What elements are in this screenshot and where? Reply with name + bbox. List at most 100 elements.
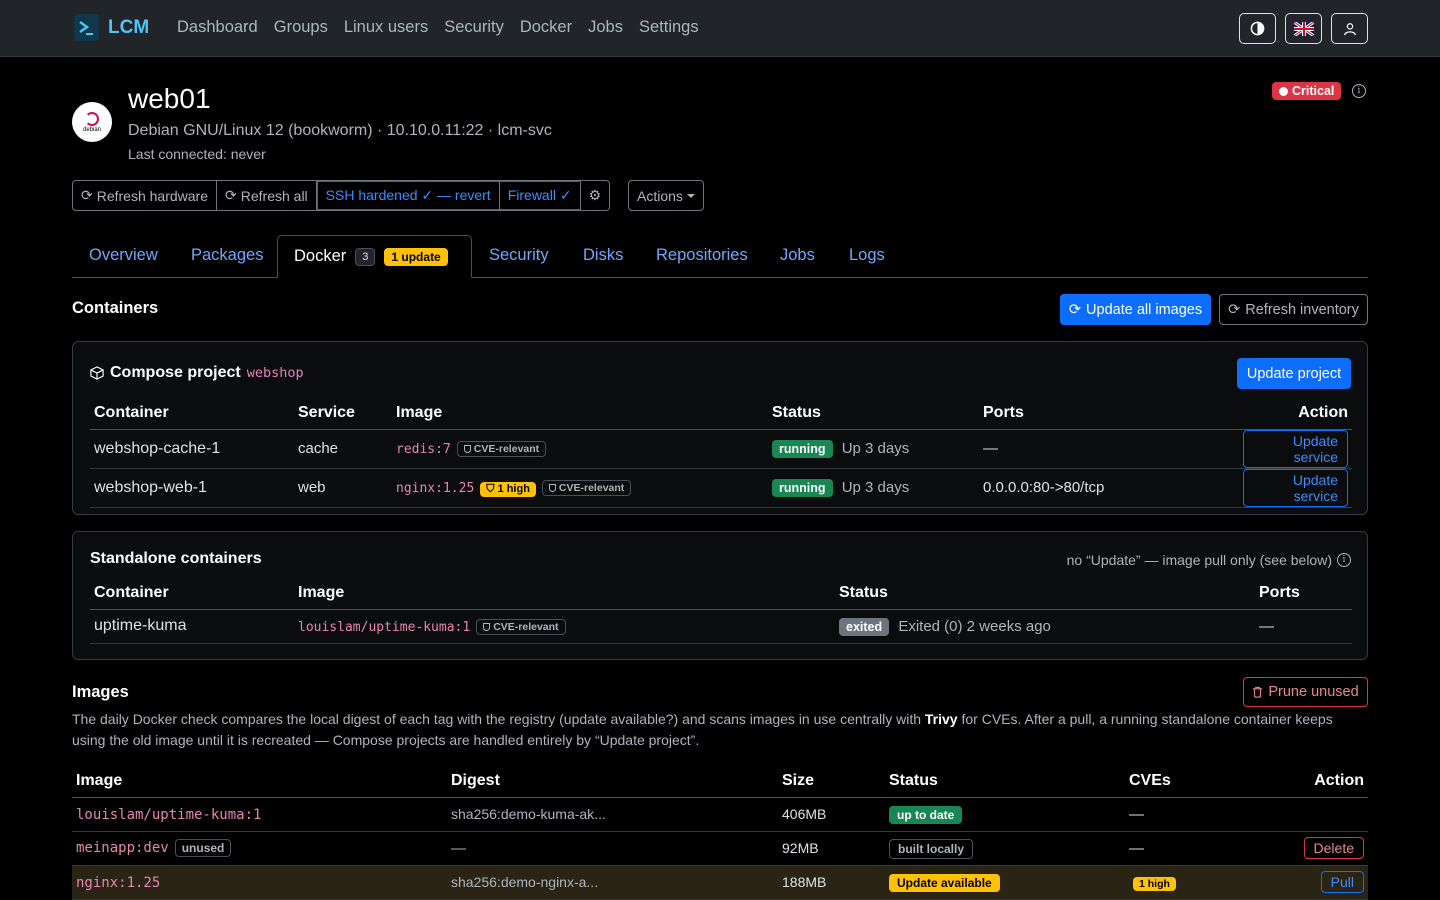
actions-dropdown[interactable]: Actions xyxy=(628,180,704,211)
cve-label: CVE-relevant xyxy=(493,620,559,633)
host-tabs: Overview Packages Docker 3 1 update Secu… xyxy=(72,235,1368,278)
image-size: 92MB xyxy=(778,831,885,866)
cve-label: CVE-relevant xyxy=(558,481,625,494)
tab-docker-label: Docker xyxy=(294,247,347,265)
images-description: The daily Docker check compares the loca… xyxy=(72,709,1368,751)
nav-settings[interactable]: Settings xyxy=(639,18,699,37)
host-action-group: ⟳ Refresh hardware ⟳ Refresh all SSH har… xyxy=(72,180,611,211)
severity-info-icon[interactable]: i xyxy=(1352,84,1366,98)
compose-project-heading: Compose project webshop xyxy=(90,364,304,382)
compose-table: Container Service Image Status Ports Act… xyxy=(90,398,1352,508)
brand[interactable]: LCM xyxy=(74,14,149,41)
theme-toggle-button[interactable] xyxy=(1239,13,1276,44)
refresh-icon: ⟳ xyxy=(1228,301,1241,318)
refresh-all-button[interactable]: ⟳ Refresh all xyxy=(217,181,317,210)
image-name: louislam/uptime-kuma:1 xyxy=(76,806,262,823)
refresh-hardware-button[interactable]: ⟳ Refresh hardware xyxy=(73,181,218,210)
standalone-containers-card: Standalone containers no “Update” — imag… xyxy=(72,531,1368,660)
image-cell: louislam/uptime-kuma:1 CVE-relevant xyxy=(294,609,835,644)
firewall-button[interactable]: Firewall ✓ xyxy=(499,181,581,210)
pull-image-button[interactable]: Pull xyxy=(1320,871,1364,893)
standalone-note-text: no “Update” — image pull only (see below… xyxy=(1066,552,1332,568)
user-menu-button[interactable] xyxy=(1331,13,1368,44)
update-all-images-button[interactable]: ⟳ Update all images xyxy=(1060,294,1211,325)
debian-logo-icon: debian xyxy=(72,102,112,142)
col-size: Size xyxy=(778,766,885,798)
image-size: 188MB xyxy=(778,865,885,900)
col-action: Action xyxy=(1239,398,1352,430)
tab-repositories[interactable]: Repositories xyxy=(656,246,748,265)
tab-packages[interactable]: Packages xyxy=(191,246,263,265)
image-digest: sha256:demo-kuma-ak... xyxy=(447,797,778,832)
nav-groups[interactable]: Groups xyxy=(274,18,328,37)
update-service-button[interactable]: Update service xyxy=(1243,429,1348,468)
box-icon xyxy=(90,366,104,380)
image-name: redis:7 xyxy=(396,442,451,457)
docker-update-badge: 1 update xyxy=(384,247,448,266)
severity-badge: Critical xyxy=(1272,82,1342,100)
status-cell: running Up 3 days xyxy=(768,429,979,469)
container-name: webshop-web-1 xyxy=(90,468,294,508)
top-navbar: LCM Dashboard Groups Linux users Securit… xyxy=(0,0,1440,57)
table-row: meinapp:dev unused — 92MB built locally —… xyxy=(72,831,1368,866)
container-name: uptime-kuma xyxy=(90,609,294,644)
refresh-all-label: Refresh all xyxy=(240,187,308,204)
nav-jobs[interactable]: Jobs xyxy=(588,18,623,37)
nav-dashboard[interactable]: Dashboard xyxy=(177,18,258,37)
col-cves: CVEs xyxy=(1125,766,1245,798)
info-icon[interactable]: i xyxy=(1337,553,1351,567)
status-dot-icon xyxy=(1279,86,1288,96)
refresh-icon: ⟳ xyxy=(81,187,93,203)
cve-relevant-badge: CVE-relevant xyxy=(476,618,566,635)
uk-flag-icon xyxy=(1293,21,1314,36)
shield-icon xyxy=(483,622,491,631)
trash-icon xyxy=(1253,686,1263,698)
nav-security[interactable]: Security xyxy=(444,18,504,37)
nav-linux-users[interactable]: Linux users xyxy=(344,18,428,37)
language-button[interactable] xyxy=(1285,13,1322,44)
status-badge: exited xyxy=(839,617,890,636)
refresh-inventory-button[interactable]: ⟳ Refresh inventory xyxy=(1219,294,1368,325)
service-name: web xyxy=(294,468,392,508)
shield-icon xyxy=(548,483,556,492)
caret-down-icon xyxy=(686,193,695,198)
ssh-hardened-button[interactable]: SSH hardened ✓ — revert xyxy=(316,181,500,210)
delete-image-button[interactable]: Delete xyxy=(1303,837,1364,859)
tab-jobs[interactable]: Jobs xyxy=(780,246,815,265)
compose-project-card: Compose project webshop Update project C… xyxy=(72,341,1368,515)
image-name: nginx:1.25 xyxy=(396,480,475,496)
tab-logs[interactable]: Logs xyxy=(849,246,885,265)
col-status: Status xyxy=(768,398,979,430)
compose-label: Compose project xyxy=(110,364,241,381)
update-service-button[interactable]: Update service xyxy=(1243,468,1348,507)
cve-relevant-badge: CVE-relevant xyxy=(541,479,632,496)
prune-unused-button[interactable]: Prune unused xyxy=(1243,677,1368,707)
table-row: webshop-web-1 web nginx:1.25 ⛉ 1 high CVE-r… xyxy=(90,468,1352,508)
tab-docker[interactable]: Docker 3 1 update xyxy=(277,235,472,278)
standalone-title: Standalone containers xyxy=(90,550,262,567)
col-ports: Ports xyxy=(1255,578,1352,610)
standalone-table: Container Image Status Ports uptime-kuma… xyxy=(90,578,1352,644)
desc-bold: Trivy xyxy=(924,711,958,727)
table-header: Container Image Status Ports xyxy=(90,578,1352,610)
status-badge: Update available xyxy=(889,873,1000,892)
container-name: webshop-cache-1 xyxy=(90,429,294,469)
update-project-button[interactable]: Update project xyxy=(1237,358,1351,389)
status-badge: running xyxy=(772,479,833,497)
col-image: Image xyxy=(72,766,447,798)
tab-security[interactable]: Security xyxy=(489,246,549,265)
update-all-label: Update all images xyxy=(1086,301,1203,318)
nav-docker[interactable]: Docker xyxy=(520,18,572,37)
docker-count-badge: 3 xyxy=(355,247,376,266)
gear-button[interactable]: ⚙ xyxy=(581,181,610,210)
tab-overview[interactable]: Overview xyxy=(89,246,158,265)
image-name: louislam/uptime-kuma:1 xyxy=(298,619,471,635)
col-image: Image xyxy=(294,578,835,610)
high-label: 1 high xyxy=(497,483,530,495)
last-connected: Last connected: never xyxy=(128,146,266,162)
prune-label: Prune unused xyxy=(1268,684,1359,700)
terminal-logo-icon xyxy=(74,14,99,41)
col-container: Container xyxy=(90,398,294,430)
shield-icon xyxy=(463,445,471,453)
tab-disks[interactable]: Disks xyxy=(583,246,623,265)
